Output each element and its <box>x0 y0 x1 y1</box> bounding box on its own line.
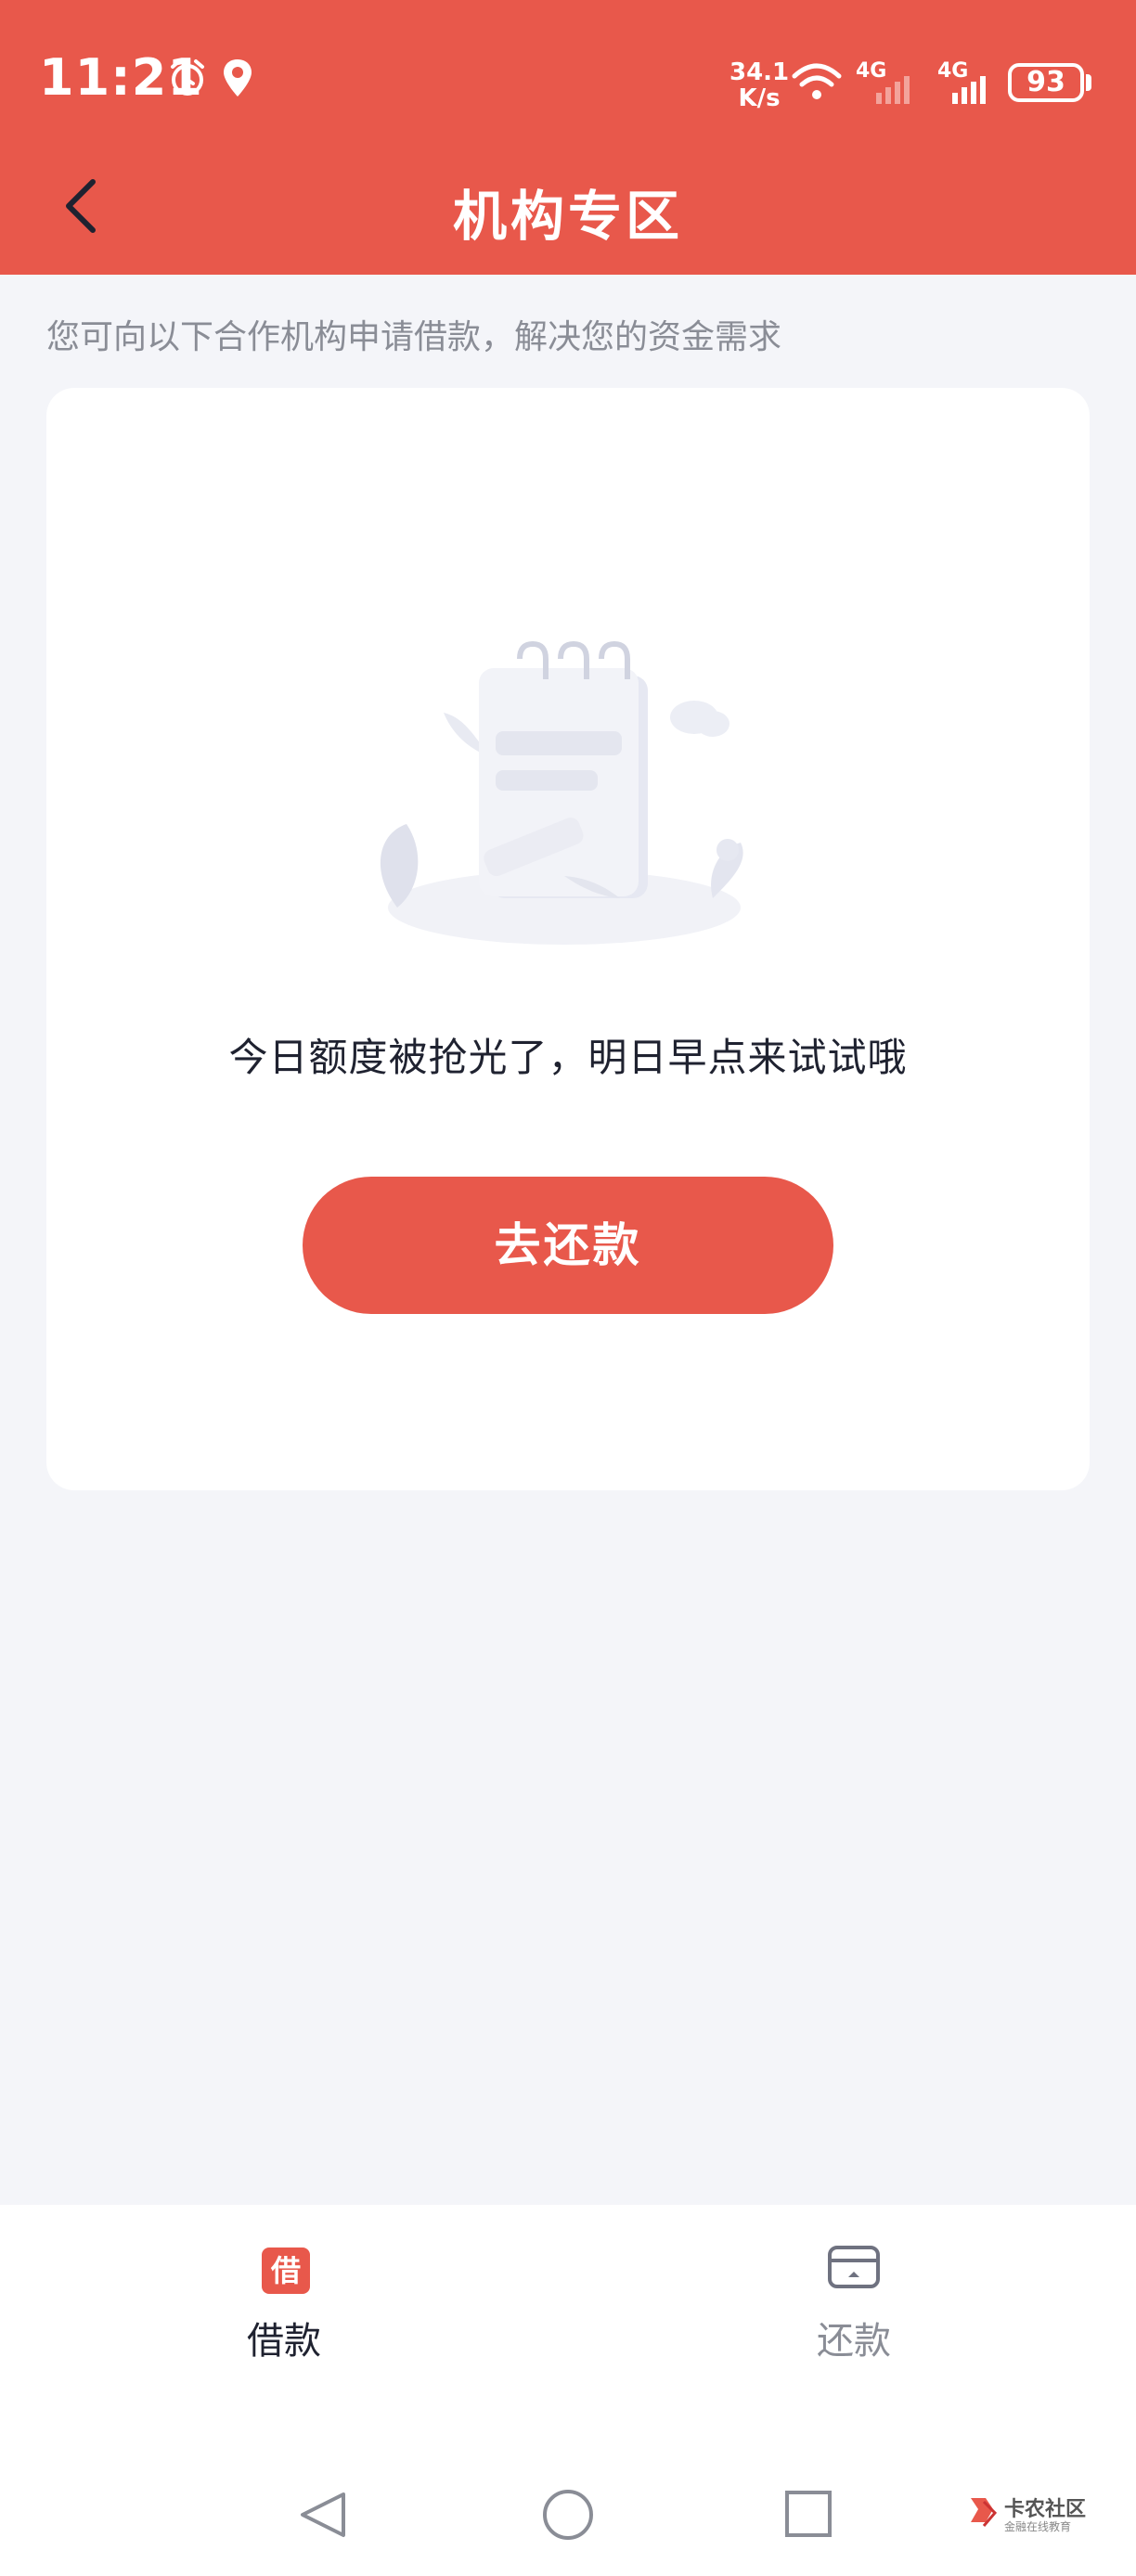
page-subtitle: 您可向以下合作机构申请借款，解决您的资金需求 <box>46 318 782 356</box>
signal-sim2-icon <box>952 76 986 104</box>
page-title: 机构专区 <box>452 185 683 248</box>
go-repay-button[interactable]: 去还款 <box>303 1177 833 1314</box>
tab-repay-label: 还款 <box>817 2320 891 2363</box>
watermark-subtext: 金融在线教育 <box>1004 2520 1072 2533</box>
system-back-button[interactable] <box>301 2492 345 2537</box>
system-home-button[interactable] <box>543 2490 593 2540</box>
notebook-illustration <box>380 640 743 945</box>
empty-state-card: 今日额度被抢光了，明日早点来试试哦 去还款 <box>46 388 1090 1490</box>
borrow-icon: 借 <box>262 2248 310 2294</box>
status-bar: 11:21 34.1 K/s 4G 4G 93 <box>0 0 1136 167</box>
header-bar: 11:21 34.1 K/s 4G 4G 93 机构专区 <box>0 0 1136 275</box>
tab-repay[interactable]: 还款 <box>742 2227 965 2363</box>
battery-indicator: 93 <box>1008 63 1084 102</box>
tab-borrow-label: 借款 <box>247 2320 321 2363</box>
signal-sim1-icon <box>876 76 910 104</box>
location-icon <box>224 59 252 97</box>
card-icon <box>828 2246 880 2288</box>
alarm-icon <box>171 59 204 96</box>
system-recents-button[interactable] <box>785 2491 832 2537</box>
wifi-icon <box>792 63 842 99</box>
tab-borrow[interactable]: 借 借款 <box>173 2227 395 2363</box>
net-speed: 34.1 K/s <box>729 58 790 112</box>
empty-message: 今日额度被抢光了，明日早点来试试哦 <box>228 1035 908 1080</box>
battery-tip <box>1086 74 1091 91</box>
